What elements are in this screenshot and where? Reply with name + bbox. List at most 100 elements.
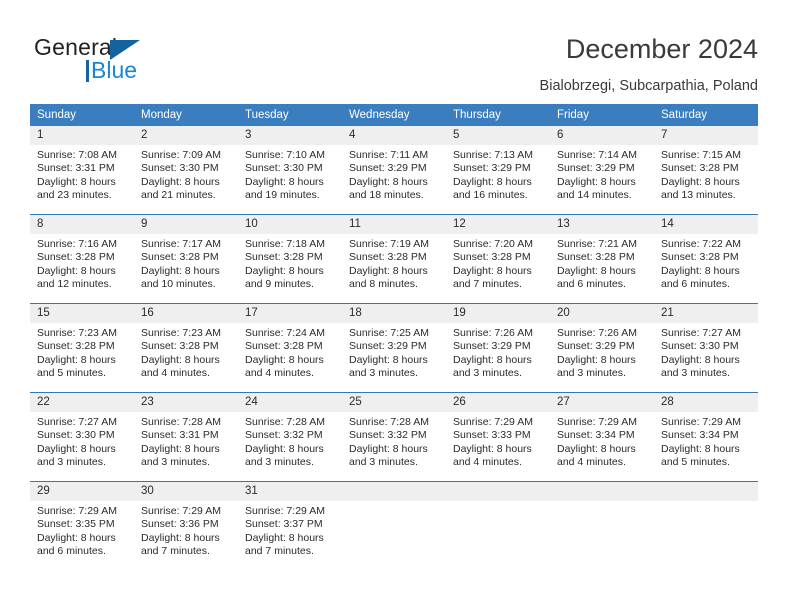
day-cell[interactable]: 26 Sunrise: 7:29 AM Sunset: 3:33 PM Dayligh… <box>446 392 550 482</box>
day-number: 23 <box>134 393 238 412</box>
sunset-text: Sunset: 3:29 PM <box>349 162 427 175</box>
day-number: 22 <box>30 393 134 412</box>
day-number: 17 <box>238 304 342 323</box>
day-number: 13 <box>550 215 654 234</box>
day-cell[interactable]: 11 Sunrise: 7:19 AM Sunset: 3:28 PM Dayligh… <box>342 214 446 304</box>
sunset-text: Sunset: 3:30 PM <box>245 162 323 175</box>
sunset-text: Sunset: 3:28 PM <box>37 251 115 264</box>
daylight-text-line1: Daylight: 8 hours <box>141 264 220 277</box>
day-cell-empty <box>550 481 654 570</box>
day-cell[interactable]: 18 Sunrise: 7:25 AM Sunset: 3:29 PM Dayligh… <box>342 303 446 393</box>
day-number: 5 <box>446 126 550 145</box>
day-number: 14 <box>654 215 758 234</box>
day-number: 19 <box>446 304 550 323</box>
daylight-text-line2: and 5 minutes. <box>37 367 106 380</box>
day-cell[interactable]: 9 Sunrise: 7:17 AM Sunset: 3:28 PM Daylight… <box>134 214 238 304</box>
day-number: 21 <box>654 304 758 323</box>
day-cell[interactable]: 29 Sunrise: 7:29 AM Sunset: 3:35 PM Dayligh… <box>30 481 134 570</box>
daylight-text-line2: and 13 minutes. <box>661 189 736 202</box>
day-cell[interactable]: 12 Sunrise: 7:20 AM Sunset: 3:28 PM Dayligh… <box>446 214 550 304</box>
sunset-text: Sunset: 3:29 PM <box>453 340 531 353</box>
day-cell[interactable]: 30 Sunrise: 7:29 AM Sunset: 3:36 PM Dayligh… <box>134 481 238 570</box>
calendar-grid: Sunday Monday Tuesday Wednesday Thursday… <box>30 104 758 570</box>
day-number: 8 <box>30 215 134 234</box>
day-cell[interactable]: 20 Sunrise: 7:26 AM Sunset: 3:29 PM Dayligh… <box>550 303 654 393</box>
daylight-text-line2: and 7 minutes. <box>141 545 210 558</box>
day-cell[interactable]: 3 Sunrise: 7:10 AM Sunset: 3:30 PM Daylight… <box>238 126 342 215</box>
sunrise-text: Sunrise: 7:29 AM <box>141 505 221 517</box>
day-cell-empty <box>446 481 550 570</box>
daylight-text-line1: Daylight: 8 hours <box>661 442 740 455</box>
weekday-header-saturday: Saturday <box>654 104 758 126</box>
day-cell[interactable]: 24 Sunrise: 7:28 AM Sunset: 3:32 PM Dayligh… <box>238 392 342 482</box>
day-cell[interactable]: 28 Sunrise: 7:29 AM Sunset: 3:34 PM Dayligh… <box>654 392 758 482</box>
sunset-text: Sunset: 3:28 PM <box>453 251 531 264</box>
day-cell[interactable]: 7 Sunrise: 7:15 AM Sunset: 3:28 PM Daylight… <box>654 126 758 215</box>
sunrise-text: Sunrise: 7:27 AM <box>37 416 117 428</box>
page-header: General Blue December 2024 Bialobrzegi, … <box>0 0 792 100</box>
sunset-text: Sunset: 3:31 PM <box>141 429 219 442</box>
day-number: 25 <box>342 393 446 412</box>
day-cell[interactable]: 5 Sunrise: 7:13 AM Sunset: 3:29 PM Daylight… <box>446 126 550 215</box>
sunrise-text: Sunrise: 7:24 AM <box>245 327 325 339</box>
daylight-text-line1: Daylight: 8 hours <box>453 264 532 277</box>
weekday-header-monday: Monday <box>134 104 238 126</box>
sunrise-text: Sunrise: 7:29 AM <box>245 505 325 517</box>
day-number <box>342 482 446 501</box>
calendar-page: General Blue December 2024 Bialobrzegi, … <box>0 0 792 612</box>
sunrise-text: Sunrise: 7:18 AM <box>245 238 325 250</box>
sunset-text: Sunset: 3:28 PM <box>37 340 115 353</box>
sunset-text: Sunset: 3:28 PM <box>349 251 427 264</box>
day-cell[interactable]: 14 Sunrise: 7:22 AM Sunset: 3:28 PM Dayligh… <box>654 214 758 304</box>
daylight-text-line1: Daylight: 8 hours <box>37 442 116 455</box>
sunset-text: Sunset: 3:31 PM <box>37 162 115 175</box>
day-cell[interactable]: 21 Sunrise: 7:27 AM Sunset: 3:30 PM Dayligh… <box>654 303 758 393</box>
day-cell[interactable]: 1 Sunrise: 7:08 AM Sunset: 3:31 PM Daylight… <box>30 126 134 215</box>
day-cell[interactable]: 31 Sunrise: 7:29 AM Sunset: 3:37 PM Dayligh… <box>238 481 342 570</box>
daylight-text-line2: and 3 minutes. <box>349 367 418 380</box>
day-cell[interactable]: 4 Sunrise: 7:11 AM Sunset: 3:29 PM Daylight… <box>342 126 446 215</box>
sunset-text: Sunset: 3:29 PM <box>349 340 427 353</box>
sunrise-text: Sunrise: 7:28 AM <box>245 416 325 428</box>
day-cell[interactable]: 23 Sunrise: 7:28 AM Sunset: 3:31 PM Dayligh… <box>134 392 238 482</box>
daylight-text-line2: and 3 minutes. <box>245 456 314 469</box>
sunrise-text: Sunrise: 7:08 AM <box>37 149 117 161</box>
general-blue-logo[interactable]: General Blue <box>34 34 214 86</box>
day-cell[interactable]: 13 Sunrise: 7:21 AM Sunset: 3:28 PM Dayligh… <box>550 214 654 304</box>
daylight-text-line1: Daylight: 8 hours <box>37 353 116 366</box>
day-cell[interactable]: 8 Sunrise: 7:16 AM Sunset: 3:28 PM Daylight… <box>30 214 134 304</box>
sunset-text: Sunset: 3:30 PM <box>141 162 219 175</box>
day-cell[interactable]: 15 Sunrise: 7:23 AM Sunset: 3:28 PM Dayligh… <box>30 303 134 393</box>
sunset-text: Sunset: 3:32 PM <box>245 429 323 442</box>
day-cell[interactable]: 2 Sunrise: 7:09 AM Sunset: 3:30 PM Daylight… <box>134 126 238 215</box>
day-cell[interactable]: 6 Sunrise: 7:14 AM Sunset: 3:29 PM Daylight… <box>550 126 654 215</box>
sunrise-text: Sunrise: 7:16 AM <box>37 238 117 250</box>
day-cell[interactable]: 17 Sunrise: 7:24 AM Sunset: 3:28 PM Dayligh… <box>238 303 342 393</box>
day-cell[interactable]: 10 Sunrise: 7:18 AM Sunset: 3:28 PM Dayligh… <box>238 214 342 304</box>
daylight-text-line1: Daylight: 8 hours <box>349 442 428 455</box>
sunrise-text: Sunrise: 7:14 AM <box>557 149 637 161</box>
daylight-text-line2: and 6 minutes. <box>37 545 106 558</box>
day-number: 1 <box>30 126 134 145</box>
day-number: 16 <box>134 304 238 323</box>
sunrise-text: Sunrise: 7:19 AM <box>349 238 429 250</box>
daylight-text-line2: and 4 minutes. <box>245 367 314 380</box>
day-cell[interactable]: 19 Sunrise: 7:26 AM Sunset: 3:29 PM Dayligh… <box>446 303 550 393</box>
sunrise-text: Sunrise: 7:28 AM <box>141 416 221 428</box>
daylight-text-line1: Daylight: 8 hours <box>557 175 636 188</box>
day-number: 26 <box>446 393 550 412</box>
daylight-text-line1: Daylight: 8 hours <box>141 442 220 455</box>
sunrise-text: Sunrise: 7:17 AM <box>141 238 221 250</box>
daylight-text-line2: and 10 minutes. <box>141 278 216 291</box>
sunrise-text: Sunrise: 7:13 AM <box>453 149 533 161</box>
sunset-text: Sunset: 3:30 PM <box>37 429 115 442</box>
day-cell[interactable]: 27 Sunrise: 7:29 AM Sunset: 3:34 PM Dayligh… <box>550 392 654 482</box>
daylight-text-line2: and 8 minutes. <box>349 278 418 291</box>
day-cell[interactable]: 25 Sunrise: 7:28 AM Sunset: 3:32 PM Dayligh… <box>342 392 446 482</box>
day-cell[interactable]: 16 Sunrise: 7:23 AM Sunset: 3:28 PM Dayligh… <box>134 303 238 393</box>
sunset-text: Sunset: 3:33 PM <box>453 429 531 442</box>
sunset-text: Sunset: 3:28 PM <box>661 251 739 264</box>
daylight-text-line2: and 6 minutes. <box>557 278 626 291</box>
daylight-text-line2: and 4 minutes. <box>141 367 210 380</box>
day-cell[interactable]: 22 Sunrise: 7:27 AM Sunset: 3:30 PM Dayligh… <box>30 392 134 482</box>
